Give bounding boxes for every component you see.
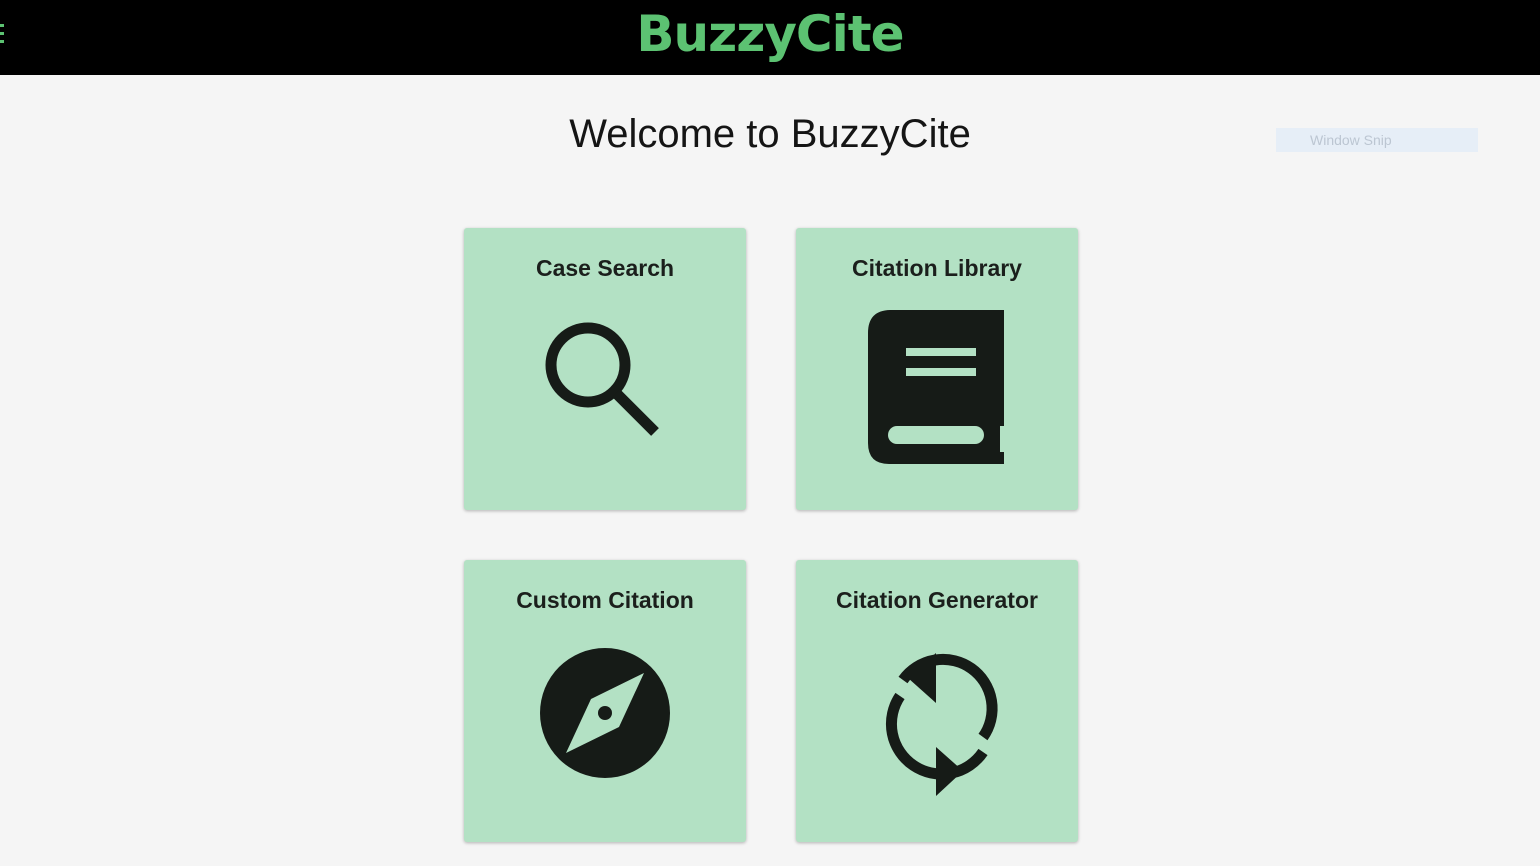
sync-arrows-icon	[885, 653, 998, 796]
citation-library-card[interactable]: Citation Library	[796, 228, 1078, 510]
window-snip-overlay: Window Snip	[1276, 128, 1478, 152]
case-search-card[interactable]: Case Search	[464, 228, 746, 510]
magnifying-glass-icon	[545, 322, 659, 436]
custom-citation-card[interactable]: Custom Citation	[464, 560, 746, 842]
book-icon	[868, 310, 1004, 464]
compass-icon	[540, 648, 670, 778]
top-app-bar: BuzzyCite	[0, 0, 1540, 75]
citation-generator-card[interactable]: Citation Generator	[796, 560, 1078, 842]
app-brand-title: BuzzyCite	[636, 5, 904, 63]
